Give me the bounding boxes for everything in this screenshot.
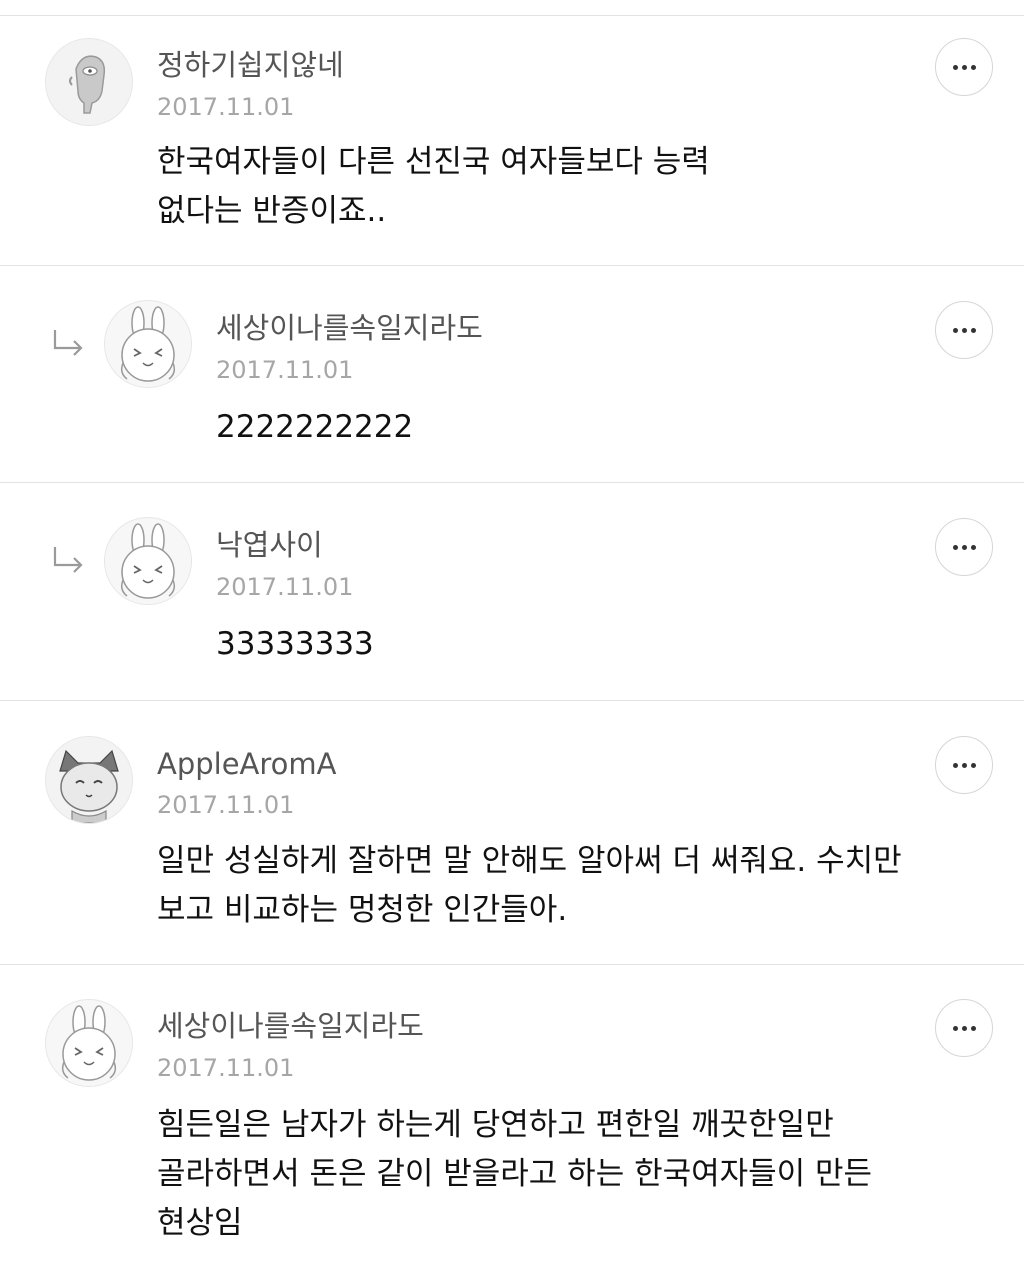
comment-date: 2017.11.01	[216, 356, 354, 384]
comment-nickname[interactable]: AppleAromA	[157, 746, 337, 782]
comment-nickname[interactable]: 낙엽사이	[216, 527, 323, 563]
more-dots-icon	[952, 544, 976, 550]
comment-date: 2017.11.01	[157, 93, 295, 121]
comment-text: 2222222222	[216, 409, 414, 445]
reply-comment-item: 낙엽사이 2017.11.01 33333333	[0, 483, 1024, 701]
comment-text: 한국여자들이 다른 선진국 여자들보다 능력 없다는 반증이죠..	[157, 144, 710, 229]
comment-text: 33333333	[216, 626, 374, 662]
comment-item: AppleAromA 2017.11.01 일만 성실하게 잘하면 말 안해도 …	[0, 701, 1024, 965]
comment-date: 2017.11.01	[157, 791, 295, 819]
more-options-button[interactable]	[935, 38, 993, 96]
more-options-button[interactable]	[935, 736, 993, 794]
comment-date: 2017.11.01	[216, 573, 354, 601]
comment-item: 세상이나를속일지라도 2017.11.01 힘든일은 남자가 하는게 당연하고 …	[0, 965, 1024, 1262]
avatar[interactable]	[104, 300, 192, 388]
cat-character-icon	[46, 737, 132, 823]
rabbit-character-icon	[105, 518, 191, 604]
gray-character-icon	[46, 39, 132, 125]
avatar[interactable]	[45, 736, 133, 824]
more-dots-icon	[952, 762, 976, 768]
avatar[interactable]	[45, 38, 133, 126]
more-options-button[interactable]	[935, 999, 993, 1057]
comment-nickname[interactable]: 세상이나를속일지라도	[216, 310, 483, 346]
comment-nickname[interactable]: 정하기쉽지않네	[157, 47, 344, 83]
more-dots-icon	[952, 327, 976, 333]
avatar[interactable]	[104, 517, 192, 605]
rabbit-character-icon	[46, 1000, 132, 1086]
rabbit-character-icon	[105, 301, 191, 387]
more-dots-icon	[952, 1025, 976, 1031]
comment-date: 2017.11.01	[157, 1054, 295, 1082]
comment-text: 힘든일은 남자가 하는게 당연하고 편한일 깨끗한일만 골라하면서 돈은 같이 …	[157, 1107, 873, 1241]
reply-arrow-icon	[53, 547, 83, 573]
avatar[interactable]	[45, 999, 133, 1087]
comment-text: 일만 성실하게 잘하면 말 안해도 알아써 더 써줘요. 수치만 보고 비교하는…	[157, 843, 902, 928]
more-dots-icon	[952, 64, 976, 70]
more-options-button[interactable]	[935, 518, 993, 576]
comment-nickname[interactable]: 세상이나를속일지라도	[157, 1008, 424, 1044]
reply-comment-item: 세상이나를속일지라도 2017.11.01 2222222222	[0, 266, 1024, 483]
more-options-button[interactable]	[935, 301, 993, 359]
reply-arrow-icon	[53, 330, 83, 356]
comment-item: 정하기쉽지않네 2017.11.01 한국여자들이 다른 선진국 여자들보다 능…	[0, 16, 1024, 266]
